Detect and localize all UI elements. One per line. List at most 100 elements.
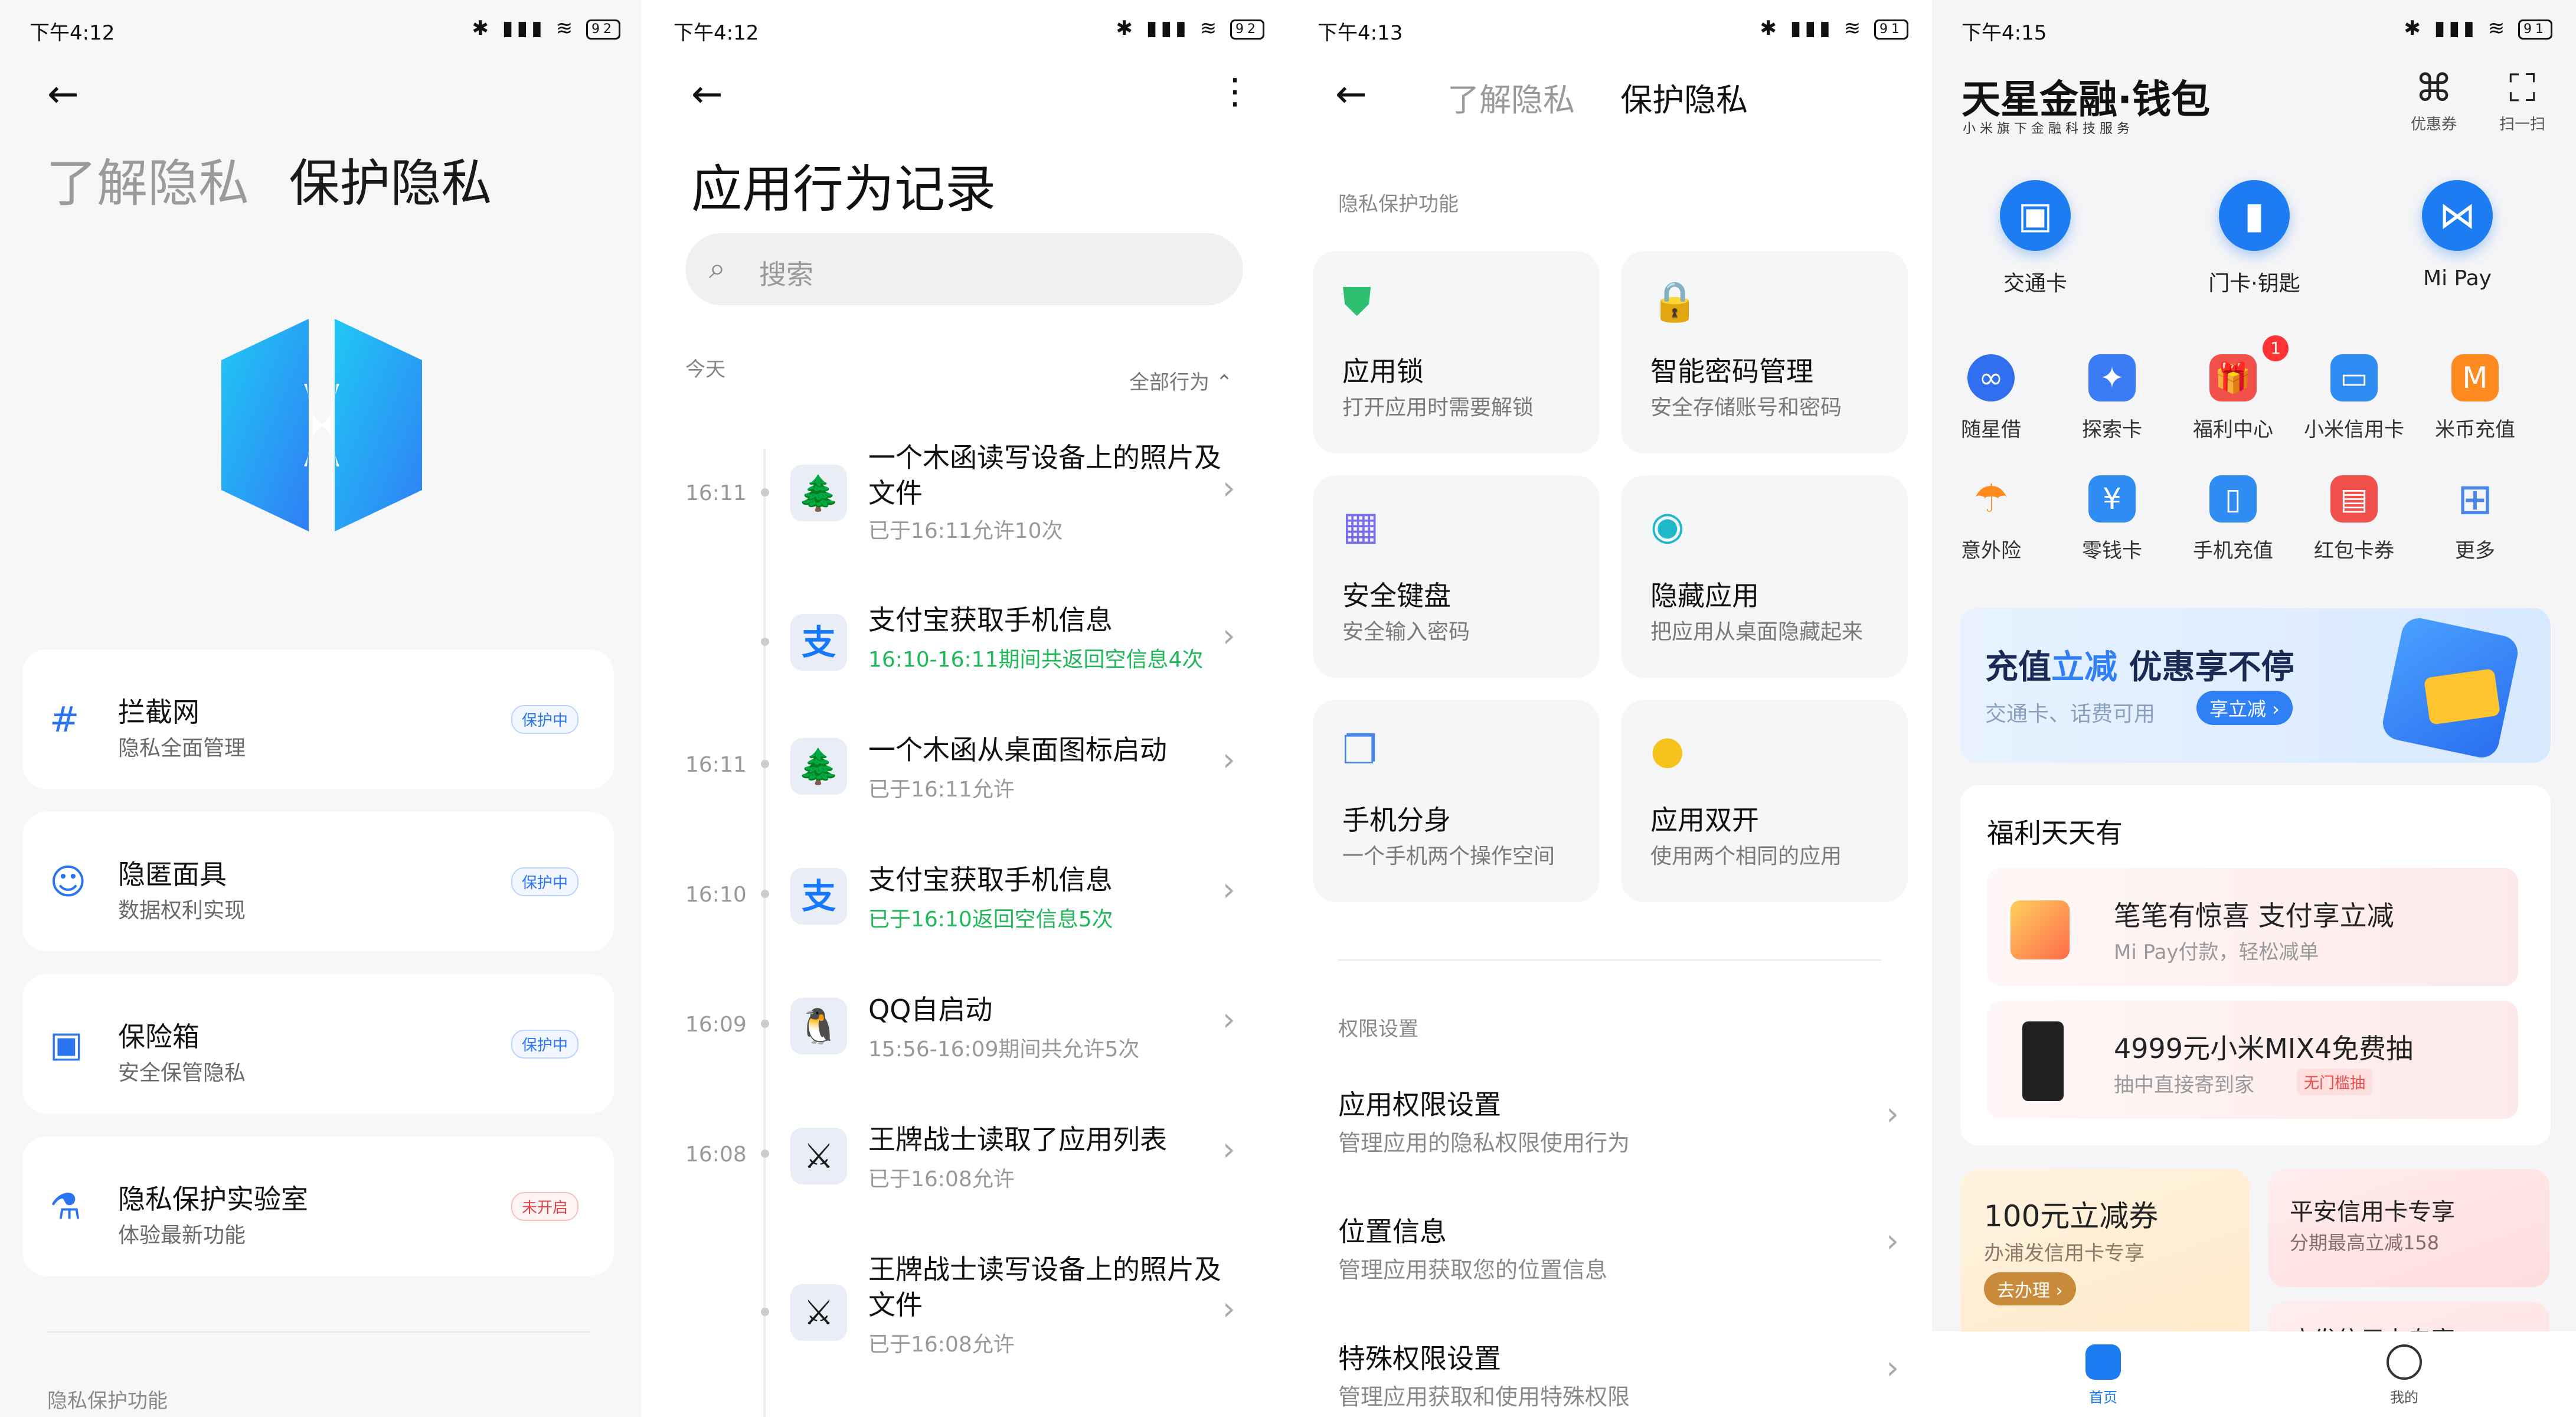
panel-privacy-protect: 下午4:12 ✱ ▮▮▮ ≋ 92 ← 了解隐私 保护隐私 # 拦截网 隐私全面… [0,0,644,1417]
grid-item-loan[interactable]: ∞ 随星借 [1932,354,2050,442]
perm-special[interactable]: 特殊权限设置 管理应用获取和使用特殊权限 › [1338,1337,1899,1417]
banner-title-b: 立减 [2051,648,2117,687]
topup-banner[interactable]: 充值立减 优惠享不停 交通卡、话费可用 享立减 › [1960,608,2551,763]
tab-protect-privacy[interactable]: 保护隐私 [289,154,492,213]
grid-item-mi-coin[interactable]: M 米币充值 [2416,354,2534,442]
more-menu-icon[interactable]: ⋮ [1217,71,1253,112]
quick-door-key[interactable]: ▮ 门卡·钥匙 [2195,180,2313,297]
chevron-right-icon: › [1222,617,1235,654]
list-item[interactable]: 16:09 🐧 QQ自启动 15:56-16:09期间共允许5次 › [644,992,1288,1110]
feature-title: 应用锁 [1342,355,1424,387]
list-item[interactable]: 16:10 支 支付宝获取手机信息 已于16:10返回空信息5次 › [644,862,1288,980]
grid-item-red-packet[interactable]: ▤ 红包卡券 [2295,475,2413,563]
status-badge: 保护中 [511,705,578,734]
app-icon: ⚔ [790,1128,847,1184]
grid-item-change-card[interactable]: ¥ 零钱卡 [2053,475,2171,563]
coupon-label: 优惠券 [2410,116,2457,133]
tab-mine[interactable]: 我的 [2375,1344,2434,1406]
list-item[interactable]: 16:11 🌲 一个木函从桌面图标启动 已于16:11允许 › [644,732,1288,850]
list-item[interactable]: ⚔ 王牌战士读写设备上的照片及文件 已于16:08允许 › [644,1252,1288,1370]
tab-home[interactable]: 首页 [2074,1344,2133,1406]
shield-icon: ⛊ [1342,279,1372,324]
feature-password-manager[interactable]: 🔒 智能密码管理 安全存储账号和密码 [1621,251,1908,453]
chevron-right-icon: › [1222,1131,1235,1168]
safe-icon: ▣ [50,1024,83,1065]
record-title: 支付宝获取手机信息 [868,864,1113,896]
record-title: 王牌战士读取了应用列表 [868,1124,1167,1155]
timeline-dot [761,1020,769,1028]
status-time: 下午4:13 [1318,21,1403,45]
feature-title: 隐藏应用 [1650,580,1759,612]
promo-pingan-card[interactable]: 平安信用卡专享 分期最高立减158 [2268,1169,2549,1287]
scan-button[interactable]: ⛶ 扫一扫 [2487,65,2558,134]
back-arrow-icon[interactable]: ← [691,74,723,115]
coupon-icon: ⌘ [2415,67,2453,110]
scan-icon: ⛶ [2509,67,2536,110]
tab-label: 首页 [2089,1389,2117,1406]
welfare-row-mix4[interactable]: 4999元小米MIX4免费抽 抽中直接寄到家 无门槛抽 [1987,1001,2518,1119]
banner-button[interactable]: 享立减 › [2196,691,2293,725]
list-item[interactable]: 16:08 ⚔ 王牌战士读取了应用列表 已于16:08允许 › [644,1122,1288,1240]
tab-learn-privacy[interactable]: 了解隐私 [46,154,249,213]
brand-title: 天星金融·钱包 [1962,77,2211,122]
section-label: 隐私保护功能 [47,1389,168,1413]
perm-app-permissions[interactable]: 应用权限设置 管理应用的隐私权限使用行为 › [1338,1083,1899,1184]
grid-item-insurance[interactable]: ☂ 意外险 [1932,475,2050,563]
list-item[interactable]: 16:11 🌲 一个木函读写设备上的照片及文件 已于16:11允许10次 › [644,440,1288,558]
search-input[interactable]: ⌕ 搜索 [685,233,1243,305]
grid-item-more[interactable]: ⊞ 更多 [2416,475,2534,563]
card-safe-box[interactable]: ▣ 保险箱 安全保管隐私 保护中 [22,974,614,1114]
tab-learn-privacy[interactable]: 了解隐私 [1447,81,1575,119]
battery-icon: 91 [1874,19,1908,40]
welfare-row-subtitle: Mi Pay付款，轻松减单 [2114,941,2319,964]
banner-title: 充值立减 优惠享不停 [1985,641,2294,688]
perm-location[interactable]: 位置信息 管理应用获取您的位置信息 › [1338,1210,1899,1311]
status-time: 下午4:12 [30,21,115,45]
grid-label: 随星借 [1961,418,2021,442]
section-label: 权限设置 [1338,1017,1418,1041]
status-badge: 未开启 [511,1192,578,1221]
tab-protect-privacy[interactable]: 保护隐私 [1620,81,1748,119]
chevron-right-icon: › [1222,469,1235,507]
status-icons: ✱ ▮▮▮ ≋ 91 [2404,17,2552,40]
quick-transit-card[interactable]: ▣ 交通卡 [1976,180,2094,297]
list-item[interactable]: 支 支付宝获取手机信息 16:10-16:11期间共返回空信息4次 › [644,602,1288,720]
card-hidden-mask[interactable]: ☺ 隐匿面具 数据权利实现 保护中 [22,812,614,951]
grid-item-explore-card[interactable]: ✦ 探索卡 [2053,354,2171,442]
card-subtitle: 隐私全面管理 [118,736,246,760]
card-privacy-lab[interactable]: ⚗ 隐私保护实验室 体验最新功能 未开启 [22,1137,614,1276]
card-subtitle: 体验最新功能 [118,1223,246,1248]
promo-pufa-card[interactable]: 100元立减券 办浦发信用卡专享 去办理 › [1960,1169,2250,1346]
loan-icon: ∞ [1967,354,2015,401]
perm-title: 应用权限设置 [1338,1089,1501,1121]
feature-app-lock[interactable]: ⛊ 应用锁 打开应用时需要解锁 [1313,251,1600,453]
status-bar: 下午4:12 ✱ ▮▮▮ ≋ 92 [644,0,1288,59]
welfare-row-pay[interactable]: 笔笔有惊喜 支付享立减 Mi Pay付款，轻松减单 [1987,868,2518,986]
filter-dropdown[interactable]: 全部行为 ⌃ [1129,366,1233,395]
record-time: 16:09 [685,1013,747,1037]
feature-secure-keyboard[interactable]: ▦ 安全键盘 安全输入密码 [1313,475,1600,678]
flask-icon: ⚗ [50,1186,81,1227]
feature-dual-apps[interactable]: ● 应用双开 使用两个相同的应用 [1621,700,1908,902]
grid-item-phone-topup[interactable]: ▯ 手机充值 [2174,475,2292,563]
feature-hide-apps[interactable]: ◉ 隐藏应用 把应用从桌面隐藏起来 [1621,475,1908,678]
promo-subtitle: 分期最高立减158 [2290,1232,2440,1254]
feature-second-space[interactable]: ❐ 手机分身 一个手机两个操作空间 [1313,700,1600,902]
quick-mi-pay[interactable]: ⋈ Mi Pay [2398,180,2516,290]
quick-label: 门卡·钥匙 [2208,272,2300,296]
user-icon [2387,1344,2422,1380]
coupon-button[interactable]: ⌘ 优惠券 [2398,65,2469,134]
back-arrow-icon[interactable]: ← [47,74,79,115]
feature-subtitle: 打开应用时需要解锁 [1342,396,1534,420]
back-arrow-icon[interactable]: ← [1335,74,1367,115]
record-title: 一个木函从桌面图标启动 [868,734,1167,766]
grid-item-credit-card[interactable]: ▭ 小米信用卡 [2295,354,2413,442]
section-label: 隐私保护功能 [1338,192,1459,216]
card-intercept-net[interactable]: # 拦截网 隐私全面管理 保护中 [22,649,614,789]
promo-button[interactable]: 去办理 › [1984,1272,2076,1305]
tab-label: 我的 [2390,1389,2418,1406]
grid-item-welfare[interactable]: 🎁 福利中心 [2174,354,2292,442]
date-label: 今天 [685,358,725,381]
status-badge: 保护中 [511,1030,578,1059]
gift-icon: 🎁 [2209,354,2257,401]
